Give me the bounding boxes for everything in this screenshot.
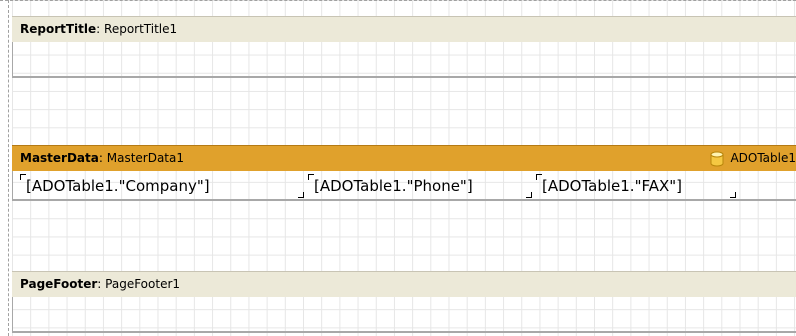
memo-phone[interactable]: [ADOTable1."Phone"] <box>308 172 532 200</box>
band-name-label: MasterData1 <box>106 151 185 165</box>
master-data-band-header[interactable]: MasterData: MasterData1 ADOTable1 <box>12 145 796 171</box>
left-margin-guide <box>8 0 9 336</box>
top-margin-guide <box>0 0 796 1</box>
report-title-band-header[interactable]: ReportTitle: ReportTitle1 <box>12 16 796 42</box>
dataset-name: ADOTable1 <box>730 151 796 165</box>
band-separator: : <box>97 277 106 291</box>
band-separator: : <box>98 151 107 165</box>
band-name-label: ReportTitle1 <box>104 22 178 36</box>
database-icon <box>710 151 724 166</box>
page-footer-band-header[interactable]: PageFooter: PageFooter1 <box>12 271 796 297</box>
memo-company[interactable]: [ADOTable1."Company"] <box>20 172 304 200</box>
band-separator: : <box>96 22 105 36</box>
memo-fax[interactable]: [ADOTable1."FAX"] <box>536 172 736 200</box>
report-title-band-body[interactable] <box>12 42 796 78</box>
band-name-label: PageFooter1 <box>105 277 181 291</box>
band-type-label: ReportTitle <box>20 22 97 36</box>
dataset-indicator[interactable]: ADOTable1 <box>710 146 796 171</box>
page-footer-band-body[interactable] <box>12 297 796 333</box>
band-type-label: PageFooter <box>20 277 98 291</box>
band-type-label: MasterData <box>20 151 99 165</box>
